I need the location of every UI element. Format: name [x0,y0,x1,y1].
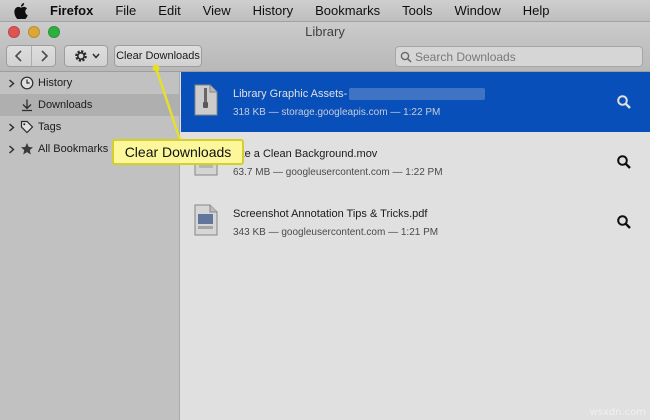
menu-firefox[interactable]: Firefox [50,3,93,18]
clock-icon [19,75,35,91]
menu-bookmarks[interactable]: Bookmarks [315,3,380,18]
menu-help[interactable]: Help [523,3,550,18]
redacted-text [349,88,486,101]
menu-window[interactable]: Window [455,3,501,18]
window-controls [8,26,60,38]
menu-tools[interactable]: Tools [402,3,432,18]
nav-buttons [6,45,56,67]
menu-view[interactable]: View [203,3,231,18]
back-button[interactable] [7,46,31,66]
download-filename: ake a Clean Background.mov [233,148,378,160]
sidebar-item-label: Tags [38,121,62,133]
pdf-file-icon [193,204,219,236]
zoom-window-button[interactable] [48,26,60,38]
sidebar-item-label: All Bookmarks [38,143,109,155]
download-row[interactable]: Screenshot Annotation Tips & Tricks.pdf … [181,192,650,252]
search-downloads-field[interactable]: Search Downloads [395,46,643,67]
show-in-finder-icon[interactable] [616,154,632,170]
download-row[interactable]: ake a Clean Background.mov 63.7 MB — goo… [181,132,650,192]
download-row[interactable]: Library Graphic Assets- 318 KB — storage… [181,72,650,132]
tag-icon [19,119,35,135]
chevron-left-icon [14,50,22,62]
chevron-down-icon [91,53,100,59]
toolbar: Clear Downloads Search Downloads [0,42,650,72]
show-in-finder-icon[interactable] [616,214,632,230]
watermark: wsxdn.com [589,407,646,418]
download-arrow-icon [19,97,35,113]
sidebar-item-label: History [38,77,73,89]
star-icon [19,141,35,157]
sidebar-item-tags[interactable]: Tags [0,116,179,138]
window-title: Library [305,24,345,39]
chevron-right-icon[interactable] [6,144,16,154]
sidebar-item-history[interactable]: History [0,72,179,94]
sidebar: History Downloads Tags All Bookmarks [0,72,180,420]
sidebar-item-downloads[interactable]: Downloads [0,94,179,116]
menu-history[interactable]: History [253,3,293,18]
gear-icon [74,50,87,62]
downloads-list: Library Graphic Assets- 318 KB — storage… [181,72,650,420]
clear-downloads-button[interactable]: Clear Downloads [114,45,202,67]
close-window-button[interactable] [8,26,20,38]
menu-file[interactable]: File [115,3,136,18]
menu-edit[interactable]: Edit [158,3,180,18]
menu-bar: Firefox File Edit View History Bookmarks… [0,0,650,22]
download-meta: 318 KB — storage.googleapis.com — 1:22 P… [233,107,441,118]
apple-icon[interactable] [14,2,28,19]
chevron-right-icon[interactable] [6,78,16,88]
search-placeholder: Search Downloads [415,49,516,64]
download-filename: Library Graphic Assets- [233,88,486,101]
callout-label: Clear Downloads [112,139,244,165]
chevron-right-icon [40,50,48,62]
organize-menu-button[interactable] [64,45,108,67]
search-icon [400,51,412,63]
title-bar[interactable]: Library [0,22,650,42]
chevron-right-icon[interactable] [6,122,16,132]
zip-file-icon [193,84,219,116]
show-in-finder-icon[interactable] [616,94,632,110]
forward-button[interactable] [31,46,55,66]
minimize-window-button[interactable] [28,26,40,38]
download-meta: 343 KB — googleusercontent.com — 1:21 PM [233,227,439,238]
download-meta: 63.7 MB — googleusercontent.com — 1:22 P… [233,167,443,178]
download-filename: Screenshot Annotation Tips & Tricks.pdf [233,208,428,220]
sidebar-item-label: Downloads [38,99,93,111]
